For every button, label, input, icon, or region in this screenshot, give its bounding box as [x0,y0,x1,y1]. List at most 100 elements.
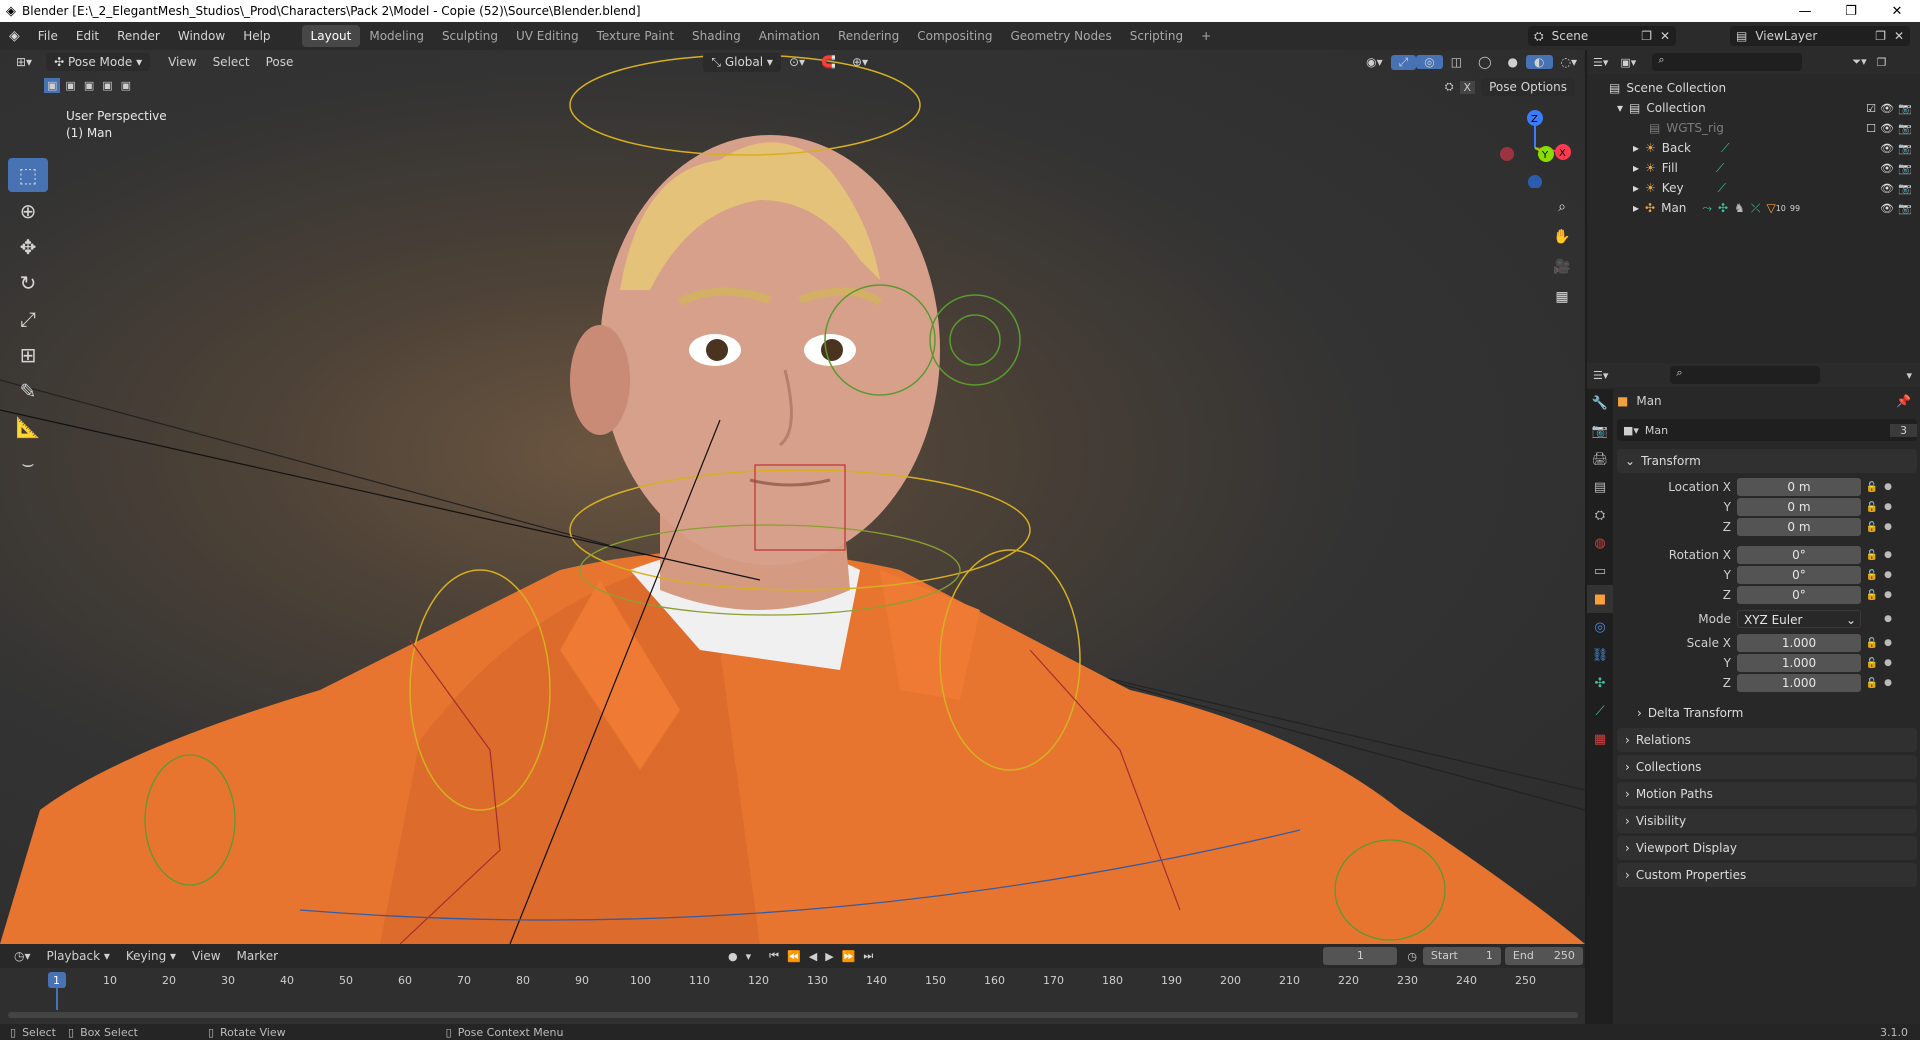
constraints-tab-icon[interactable]: ⛓ [1587,641,1613,669]
zoom-icon[interactable]: ⌕ [1549,194,1575,220]
keyframe-dot-icon[interactable]: ● [1883,502,1893,512]
overlay-toggle-icon[interactable]: ◎ [1416,55,1443,69]
expand-arrow-icon[interactable]: ▸ [1633,161,1639,175]
camera-view-icon[interactable]: 🎥 [1549,254,1575,280]
collections-panel-header[interactable]: › Collections [1617,755,1917,779]
measure-tool-icon[interactable]: 📐 [8,410,48,444]
lock-icon[interactable]: 🔓 [1861,658,1883,669]
snap-icon[interactable]: 🧲 [813,55,844,69]
wireframe-shading-icon[interactable]: ◯ [1470,55,1499,69]
select-intersect-icon[interactable]: ▣ [118,78,134,93]
proportional-icon[interactable]: ⊕▾ [844,55,876,69]
keyframe-dot-icon[interactable]: ● [1883,590,1893,600]
expand-arrow-icon[interactable]: ▾ [1617,101,1623,115]
keyframe-dot-icon[interactable]: ● [1883,522,1893,532]
keyframe-dot-icon[interactable]: ● [1883,658,1893,668]
keying-dropdown-icon[interactable]: ▾ [746,950,752,963]
transform-orientation-dropdown[interactable]: ⤡ Global ▾ [703,52,781,72]
keyframe-dot-icon[interactable]: ● [1883,550,1893,560]
pose-settings-icon[interactable]: ⛭ [1445,80,1454,94]
keyframe-dot-icon[interactable]: ● [1883,638,1893,648]
outliner-item-man[interactable]: ▸ ✣ Man ⤳ ✣ ♞ ⤫ ▽ 10 99 👁 📷 [1587,198,1920,218]
tab-scripting[interactable]: Scripting [1121,25,1192,47]
rotate-tool-icon[interactable]: ↻ [8,266,48,300]
select-box-tool-icon[interactable]: ⬚ [8,158,48,192]
annotate-tool-icon[interactable]: ✎ [8,374,48,408]
render-camera-icon[interactable]: 📷 [1898,142,1912,155]
view-layer-tab-icon[interactable]: ▤ [1587,473,1613,501]
menu-keying[interactable]: Keying ▾ [118,949,184,963]
rotation-y-field[interactable]: 0° [1737,566,1861,584]
scene-tab-icon[interactable]: ⛭ [1587,501,1613,529]
armature-data-tab-icon[interactable]: ✣ [1587,669,1613,697]
scale-y-field[interactable]: 1.000 [1737,654,1861,672]
tab-modeling[interactable]: Modeling [360,25,433,47]
rotation-z-field[interactable]: 0° [1737,586,1861,604]
new-scene-icon[interactable]: ❐ [1641,29,1652,43]
timeline-scrollbar[interactable] [8,1012,1578,1018]
lock-icon[interactable]: 🔓 [1861,522,1883,533]
location-z-field[interactable]: 0 m [1737,518,1861,536]
expand-arrow-icon[interactable]: ▸ [1633,181,1639,195]
solid-shading-icon[interactable]: ● [1500,55,1526,69]
end-frame-field[interactable]: End 250 [1504,947,1583,965]
options-dropdown-icon[interactable]: ▾ [1906,369,1912,382]
visibility-eye-icon[interactable]: 👁 [1880,202,1894,215]
add-workspace-button[interactable]: + [1192,25,1220,47]
lock-icon[interactable]: 🔓 [1861,502,1883,513]
close-button[interactable]: ✕ [1874,4,1920,19]
outliner-collection[interactable]: ▾ ▤ Collection ☑ 👁 📷 [1587,98,1920,118]
move-tool-icon[interactable]: ✥ [8,230,48,264]
navigation-gizmo[interactable]: Z X Y [1495,108,1575,188]
menu-timeline-view[interactable]: View [184,949,228,963]
rotation-mode-dropdown[interactable]: XYZ Euler ⌄ [1737,610,1861,628]
pivot-icon[interactable]: ⊙▾ [781,55,813,69]
relations-panel-header[interactable]: › Relations [1617,728,1917,752]
visibility-icon[interactable]: ◉▾ [1358,55,1391,69]
scene-selector[interactable]: ⛭ Scene ❐ ✕ [1528,26,1676,46]
menu-window[interactable]: Window [169,29,234,43]
keyframe-dot-icon[interactable]: ● [1883,678,1893,688]
tab-texture-paint[interactable]: Texture Paint [588,25,683,47]
menu-select[interactable]: Select [205,55,258,69]
visibility-eye-icon[interactable]: 👁 [1880,162,1894,175]
scale-tool-icon[interactable]: ⤢ [8,302,48,336]
bone-tab-icon[interactable]: ⟋ [1587,697,1613,725]
visibility-eye-icon[interactable]: 👁 [1880,122,1894,135]
maximize-button[interactable]: ❐ [1828,4,1874,19]
rendered-shading-icon[interactable]: ◌▾ [1553,55,1586,69]
outliner-editor-icon[interactable]: ☰▾ [1587,56,1614,69]
pose-options-dropdown[interactable]: Pose Options [1481,78,1575,96]
output-tab-icon[interactable]: 🖨 [1587,445,1613,473]
menu-edit[interactable]: Edit [67,29,108,43]
play-icon[interactable]: ▶ [825,950,833,963]
start-frame-field[interactable]: Start 1 [1422,947,1501,965]
location-y-field[interactable]: 0 m [1737,498,1861,516]
cursor-tool-icon[interactable]: ⊕ [8,194,48,228]
collection-checkbox-icon[interactable]: ☐ [1866,122,1876,135]
next-keyframe-icon[interactable]: ⏩ [842,950,856,963]
scale-x-field[interactable]: 1.000 [1737,634,1861,652]
tab-rendering[interactable]: Rendering [829,25,908,47]
outliner-item-wgts-rig[interactable]: ▤ WGTS_rig ☐ 👁 📷 [1587,118,1920,138]
tab-geometry-nodes[interactable]: Geometry Nodes [1001,25,1120,47]
transform-panel-header[interactable]: ⌄ Transform [1617,449,1917,473]
properties-editor-icon[interactable]: ☰▾ [1587,369,1614,382]
render-tab-icon[interactable]: 📷 [1587,417,1613,445]
menu-playback[interactable]: Playback ▾ [39,949,118,963]
expand-arrow-icon[interactable]: ▸ [1633,201,1639,215]
expand-arrow-icon[interactable]: ▸ [1633,141,1639,155]
lock-icon[interactable]: 🔓 [1861,590,1883,601]
menu-pose[interactable]: Pose [258,55,302,69]
select-new-icon[interactable]: ▣ [44,78,61,93]
collection-checkbox-icon[interactable]: ☑ [1866,102,1876,115]
menu-help[interactable]: Help [234,29,279,43]
motion-paths-panel-header[interactable]: › Motion Paths [1617,782,1917,806]
timeline-area[interactable]: 1 10 20 30 40 50 60 70 80 90 100 110 120… [0,968,1585,1024]
physics-tab-icon[interactable]: ◎ [1587,613,1613,641]
outliner-item-key[interactable]: ▸ ☀ Key ⟋ 👁 📷 [1587,178,1920,198]
location-x-field[interactable]: 0 m [1737,478,1861,496]
display-mode-icon[interactable]: ▣▾ [1614,56,1642,69]
gizmo-toggle-icon[interactable]: ⤢ [1390,54,1417,70]
outliner-search-input[interactable]: ⌕ [1652,53,1803,71]
